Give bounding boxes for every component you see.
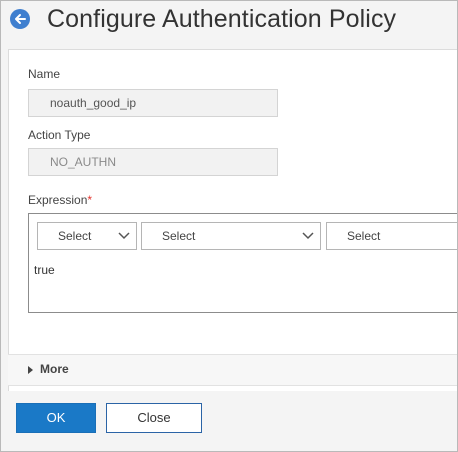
expression-label-text: Expression [28,193,88,207]
more-label: More [40,362,69,376]
dialog-header: Configure Authentication Policy [1,1,457,49]
more-section-toggle[interactable]: More [8,354,457,386]
select-label: Select [58,229,92,243]
required-marker: * [87,193,93,207]
name-label: Name [28,67,61,81]
action-type-field: NO_AUTHN [28,148,278,176]
chevron-down-icon [118,232,130,240]
expression-label: Expression* [28,193,92,207]
dialog-footer: OK Close [1,391,457,451]
action-type-label: Action Type [28,128,91,142]
dialog: Configure Authentication Policy Name noa… [0,0,458,452]
expression-select-3[interactable]: Select [326,222,457,250]
expression-text[interactable]: true [34,263,55,277]
expression-select-2[interactable]: Select [141,222,321,250]
name-field: noauth_good_ip [28,89,278,117]
page-title: Configure Authentication Policy [47,5,397,33]
select-label: Select [347,229,381,243]
chevron-down-icon [302,232,314,240]
expression-editor[interactable]: Select Select Select true [28,213,457,313]
form-panel: Name noauth_good_ip Action Type NO_AUTHN… [8,49,457,392]
ok-button[interactable]: OK [16,403,96,433]
expression-select-1[interactable]: Select [37,222,137,250]
select-label: Select [162,229,196,243]
caret-right-icon [28,366,33,374]
close-button[interactable]: Close [106,403,202,433]
back-arrow-icon[interactable] [10,9,30,29]
